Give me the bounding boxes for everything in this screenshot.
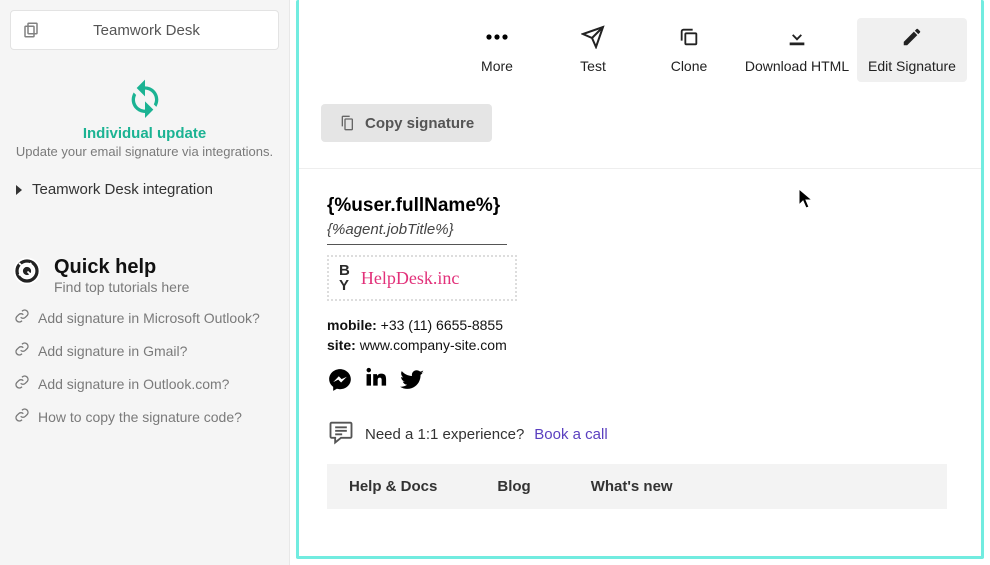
- copy-stack-icon: [19, 18, 43, 42]
- app-selector-label: Teamwork Desk: [43, 22, 250, 39]
- footer-whats-new[interactable]: What's new: [591, 478, 673, 495]
- link-icon: [14, 374, 30, 393]
- quick-help-header: Quick help Find top tutorials here: [10, 256, 279, 295]
- toolbar-label: Clone: [671, 58, 708, 74]
- copy-signature-button[interactable]: Copy signature: [321, 104, 492, 142]
- toolbar-test[interactable]: Test: [545, 18, 641, 82]
- app-selector[interactable]: Teamwork Desk: [10, 10, 279, 50]
- toolbar-more[interactable]: More: [449, 18, 545, 82]
- copy-signature-row: Copy signature: [299, 100, 981, 168]
- mobile-label: mobile:: [327, 317, 377, 333]
- logo-by-bottom: Y: [339, 278, 351, 293]
- edit-icon: [901, 26, 923, 48]
- need-text: Need a 1:1 experience?: [365, 426, 524, 443]
- update-subtitle: Update your email signature via integrat…: [10, 144, 279, 159]
- download-icon: [786, 26, 808, 48]
- update-title: Individual update: [10, 125, 279, 142]
- toolbar-clone[interactable]: Clone: [641, 18, 737, 82]
- messenger-icon[interactable]: [327, 367, 353, 396]
- logo-by: B Y: [339, 263, 351, 293]
- signature-preview: {%user.fullName%} {%agent.jobTitle%} B Y…: [299, 168, 981, 509]
- caret-right-icon: [16, 185, 22, 195]
- signature-social: [327, 367, 953, 396]
- toolbar-label: More: [481, 58, 513, 74]
- signature-canvas: More Test Clone Download HTML: [296, 0, 984, 559]
- toolbar-edit-signature[interactable]: Edit Signature: [857, 18, 967, 82]
- chat-icon: [327, 418, 355, 450]
- quick-help-title: Quick help: [54, 256, 189, 279]
- clipboard-icon: [339, 114, 355, 132]
- copy-signature-label: Copy signature: [365, 115, 474, 132]
- signature-jobtitle: {%agent.jobTitle%}: [327, 221, 953, 238]
- more-icon: [484, 26, 510, 48]
- toolbar-label: Test: [580, 58, 606, 74]
- signature-fullname: {%user.fullName%}: [327, 195, 953, 217]
- link-icon: [14, 341, 30, 360]
- sidebar: Teamwork Desk Individual update Update y…: [0, 0, 290, 565]
- send-icon: [581, 26, 605, 48]
- toolbar-label: Download HTML: [745, 58, 849, 74]
- site-label: site:: [327, 337, 356, 353]
- help-link-label: How to copy the signature code?: [38, 409, 242, 425]
- link-icon: [14, 407, 30, 426]
- signature-logo: B Y HelpDesk.inc: [327, 255, 517, 301]
- main-panel: More Test Clone Download HTML: [290, 0, 990, 565]
- link-icon: [14, 308, 30, 327]
- mobile-value: +33 (11) 6655-8855: [381, 317, 503, 333]
- linkedin-icon[interactable]: [363, 367, 389, 396]
- signature-footer-nav: Help & Docs Blog What's new: [327, 464, 947, 509]
- help-link-label: Add signature in Outlook.com?: [38, 376, 229, 392]
- quick-help-subtitle: Find top tutorials here: [54, 279, 189, 295]
- footer-blog[interactable]: Blog: [497, 478, 530, 495]
- update-block: Individual update Update your email sign…: [10, 78, 279, 159]
- toolbar-download-html[interactable]: Download HTML: [737, 18, 857, 82]
- help-link-label: Add signature in Gmail?: [38, 343, 187, 359]
- help-link-copycode[interactable]: How to copy the signature code?: [10, 400, 279, 433]
- refresh-icon: [125, 105, 165, 121]
- book-call-link[interactable]: Book a call: [534, 426, 607, 443]
- toolbar: More Test Clone Download HTML: [299, 0, 981, 100]
- footer-help-docs[interactable]: Help & Docs: [349, 478, 437, 495]
- help-link-outlookcom[interactable]: Add signature in Outlook.com?: [10, 367, 279, 400]
- help-link-gmail[interactable]: Add signature in Gmail?: [10, 334, 279, 367]
- signature-contacts: mobile: +33 (11) 6655-8855 site: www.com…: [327, 317, 953, 353]
- twitter-icon[interactable]: [399, 367, 425, 396]
- signature-separator: [327, 244, 507, 245]
- logo-brand: HelpDesk.inc: [361, 268, 459, 289]
- site-value: www.company-site.com: [360, 337, 507, 353]
- toolbar-label: Edit Signature: [868, 58, 956, 74]
- help-link-label: Add signature in Microsoft Outlook?: [38, 310, 260, 326]
- book-call-row: Need a 1:1 experience? Book a call: [327, 418, 953, 450]
- logo-by-top: B: [339, 263, 351, 278]
- tree-item-integration[interactable]: Teamwork Desk integration: [10, 173, 279, 206]
- lifebuoy-icon: [12, 256, 42, 289]
- tree-item-label: Teamwork Desk integration: [32, 181, 213, 198]
- clone-icon: [678, 26, 700, 48]
- help-link-outlook[interactable]: Add signature in Microsoft Outlook?: [10, 301, 279, 334]
